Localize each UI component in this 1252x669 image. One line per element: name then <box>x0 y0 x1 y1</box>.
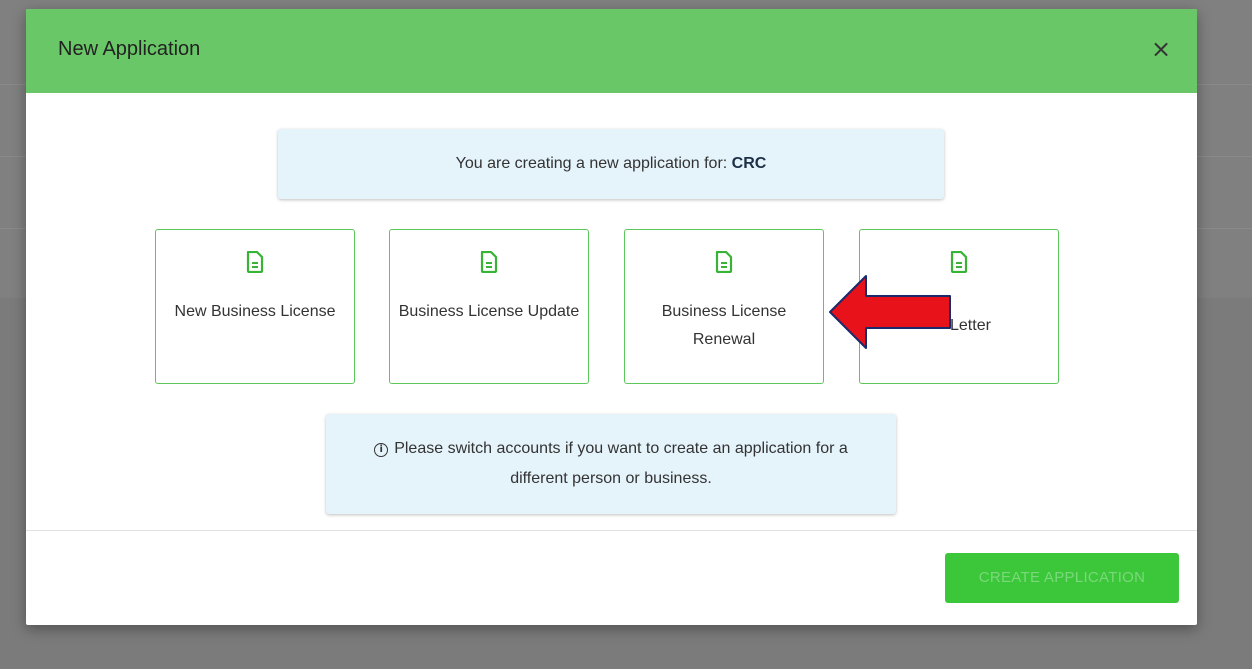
dialog-header: New Application × <box>26 9 1197 93</box>
create-application-button[interactable]: CREATE APPLICATION <box>945 553 1179 603</box>
red-arrow-annotation <box>829 275 951 349</box>
card-new-business-license[interactable]: New Business License <box>155 229 355 384</box>
document-icon <box>715 251 733 273</box>
info-icon: i <box>374 443 389 457</box>
switch-accounts-notice: i Please switch accounts if you want to c… <box>326 414 896 514</box>
account-info-text: You are creating a new application for: <box>455 155 732 172</box>
document-icon <box>246 251 264 273</box>
dialog-title: New Application <box>58 38 201 60</box>
notice-text: Please switch accounts if you want to cr… <box>394 440 848 487</box>
new-application-dialog: New Application × You are creating a new… <box>26 9 1197 625</box>
notice-text-wrapper: i Please switch accounts if you want to c… <box>346 434 876 494</box>
card-label: Letter <box>950 317 991 334</box>
account-info-banner: You are creating a new application for: … <box>278 129 944 199</box>
document-icon <box>480 251 498 273</box>
card-label: Business License Update <box>398 303 580 320</box>
card-business-license-renewal[interactable]: Business License Renewal <box>624 229 824 384</box>
card-label: Business License Renewal <box>661 303 787 348</box>
footer-divider <box>26 530 1197 531</box>
close-icon[interactable]: × <box>1147 35 1175 63</box>
card-business-license-update[interactable]: Business License Update <box>389 229 589 384</box>
card-label: New Business License <box>174 303 336 320</box>
account-name: CRC <box>731 155 767 172</box>
